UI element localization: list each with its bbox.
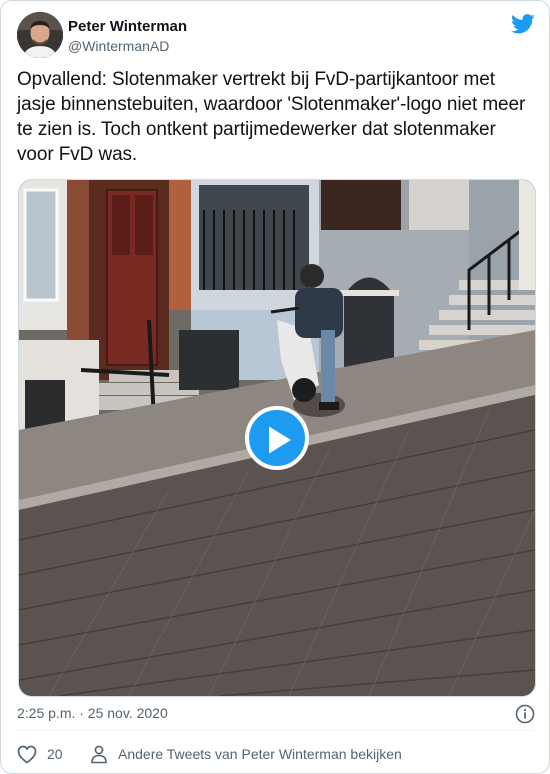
author-name[interactable]: Peter Winterman [68, 18, 187, 35]
footer-divider [17, 730, 533, 731]
like-count: 20 [47, 746, 63, 762]
tweet-text: Opvallend: Slotenmaker vertrekt bij FvD-… [17, 69, 526, 165]
heart-icon [17, 745, 37, 764]
tweet-card[interactable]: Peter Winterman @WintermanAD Opvallend: … [0, 0, 550, 774]
tweet-header: Peter Winterman @WintermanAD [17, 12, 535, 58]
author-handle[interactable]: @WintermanAD [68, 38, 169, 54]
author-avatar[interactable] [17, 12, 63, 58]
play-icon [269, 426, 291, 454]
person-icon [91, 745, 107, 764]
other-tweets-link[interactable]: Andere Tweets van Peter Winterman bekijk… [89, 742, 449, 766]
info-icon[interactable] [515, 704, 535, 724]
tweet-timestamp[interactable]: 2:25 p.m. · 25 nov. 2020 [17, 705, 168, 721]
twitter-bird-icon[interactable] [511, 14, 535, 34]
tweet-actions: 20 Andere Tweets van Peter Winterman bek… [17, 742, 537, 766]
play-button[interactable] [245, 406, 309, 470]
video-player[interactable] [18, 179, 536, 697]
other-tweets-label: Andere Tweets van Peter Winterman bekijk… [118, 746, 402, 762]
